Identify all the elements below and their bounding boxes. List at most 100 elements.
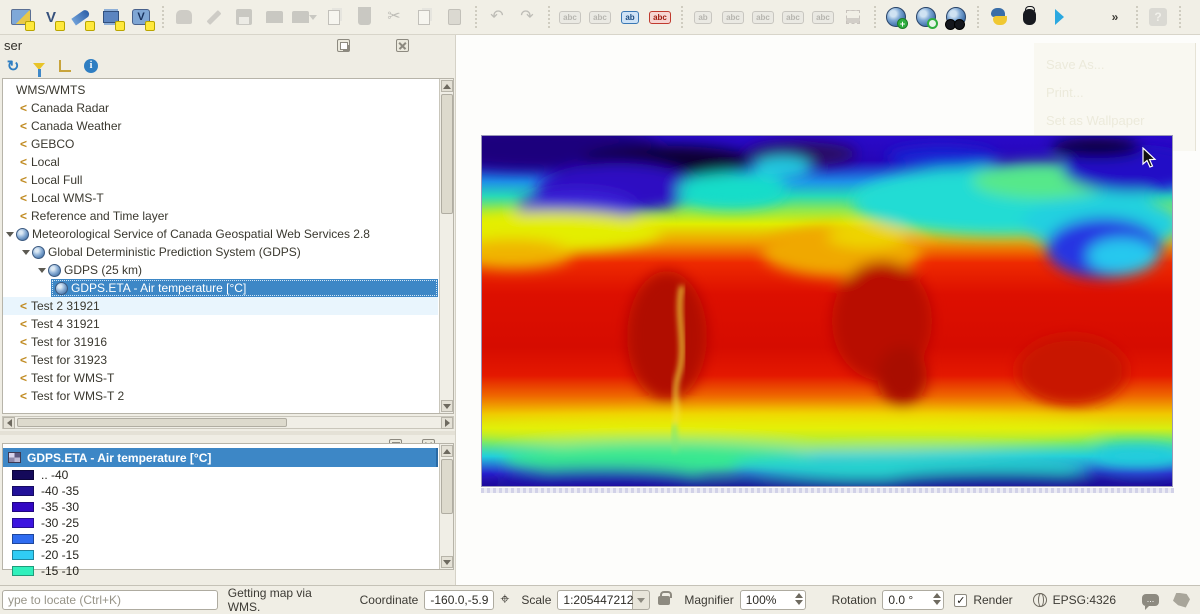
magnifier-spinbox[interactable]: 100%: [740, 590, 806, 610]
rotation-spinbox[interactable]: 0.0 °: [882, 590, 944, 610]
legend-item[interactable]: .. -40: [3, 467, 438, 483]
add-wms-layer-icon[interactable]: +: [883, 4, 909, 30]
messages-icon[interactable]: ...: [1142, 594, 1159, 606]
tree-item-test-for-wms-t-2[interactable]: <Test for WMS-T 2: [3, 387, 438, 405]
scrollbar-thumb[interactable]: [441, 94, 453, 214]
legend-item[interactable]: -35 -30: [3, 499, 438, 515]
redo-icon[interactable]: ↷: [514, 4, 540, 30]
spin-down-icon[interactable]: [933, 600, 941, 605]
report-bug-icon[interactable]: [1016, 4, 1042, 30]
label-settings-blue-icon[interactable]: ab: [617, 4, 643, 30]
tree-item-test-for-31923[interactable]: <Test for 31923: [3, 351, 438, 369]
processing-toolbox-icon[interactable]: [291, 4, 317, 30]
legend-item[interactable]: -40 -35: [3, 483, 438, 499]
legend-item[interactable]: -15 -10: [3, 563, 438, 579]
current-edits-icon[interactable]: [321, 4, 347, 30]
snapping-options-icon[interactable]: [261, 4, 287, 30]
crs-globe-icon[interactable]: [1033, 593, 1047, 607]
scale-combobox[interactable]: 1:205447212: [557, 590, 650, 610]
delete-selected-icon[interactable]: [351, 4, 377, 30]
scale-value[interactable]: 1:205447212: [557, 590, 633, 610]
scrollbar-thumb[interactable]: [441, 459, 453, 514]
scroll-down-button[interactable]: [441, 400, 453, 412]
browser-horizontal-scrollbar[interactable]: [2, 416, 454, 429]
label-settings-red-icon[interactable]: abc: [647, 4, 673, 30]
scroll-left-button[interactable]: [3, 417, 15, 429]
rotate-label-icon[interactable]: abc: [780, 4, 806, 30]
legend-item[interactable]: -20 -15: [3, 547, 438, 563]
pin-labels-icon[interactable]: ab: [690, 4, 716, 30]
diagram-options-icon[interactable]: [840, 4, 866, 30]
locator-input[interactable]: ype to locate (Ctrl+K): [2, 590, 218, 610]
layer-name: GDPS.ETA - Air temperature [°C]: [27, 451, 211, 465]
close-panel-button[interactable]: [396, 39, 409, 52]
new-geopackage-layer-icon[interactable]: [68, 4, 94, 30]
toggle-extents-icon[interactable]: ⌖: [500, 592, 509, 608]
tree-item-test-2-31921[interactable]: <Test 2 31921: [3, 297, 438, 315]
search-layers-globe-icon[interactable]: [913, 4, 939, 30]
properties-widget-button[interactable]: i: [82, 57, 100, 75]
layers-vertical-scrollbar[interactable]: [439, 444, 453, 569]
next-frame-icon[interactable]: [1046, 4, 1072, 30]
tree-item-msc-geomet[interactable]: Meteorological Service of Canada Geospat…: [3, 225, 438, 243]
data-source-manager-icon[interactable]: [8, 4, 34, 30]
magnifier-label: Magnifier: [684, 593, 733, 607]
save-edits-icon[interactable]: [231, 4, 257, 30]
paste-features-icon[interactable]: [441, 4, 467, 30]
tree-item-gdps-eta-air-temperature[interactable]: GDPS.ETA - Air temperature [°C]: [3, 279, 438, 297]
coordinate-input[interactable]: -160.0,-5.9: [424, 590, 494, 610]
auto-label-icon[interactable]: abc: [557, 4, 583, 30]
scroll-up-button[interactable]: [441, 445, 453, 457]
lock-scale-icon[interactable]: [658, 596, 670, 605]
undo-icon[interactable]: ↶: [484, 4, 510, 30]
tree-item-gebco[interactable]: <GEBCO: [3, 135, 438, 153]
spin-down-icon[interactable]: [795, 600, 803, 605]
scroll-up-button[interactable]: [441, 80, 453, 92]
new-shapefile-layer-icon[interactable]: V: [38, 4, 64, 30]
copy-features-icon[interactable]: [411, 4, 437, 30]
scale-dropdown-button[interactable]: [633, 590, 650, 610]
metasearch-icon[interactable]: [943, 4, 969, 30]
pan-map-icon[interactable]: [171, 4, 197, 30]
legend-item[interactable]: -30 -25: [3, 515, 438, 531]
scroll-down-button[interactable]: [441, 556, 453, 568]
new-spatialite-layer-icon[interactable]: [98, 4, 124, 30]
tree-item-local-full[interactable]: <Local Full: [3, 171, 438, 189]
tree-item-canada-radar[interactable]: <Canada Radar: [3, 99, 438, 117]
temperature-raster-map[interactable]: [481, 135, 1173, 487]
refresh-button[interactable]: ↻: [4, 57, 22, 75]
tree-item-test-for-wms-t[interactable]: <Test for WMS-T: [3, 369, 438, 387]
spin-up-icon[interactable]: [795, 593, 803, 598]
label-rules-icon[interactable]: abc: [587, 4, 613, 30]
tree-item-test-4-31921[interactable]: <Test 4 31921: [3, 315, 438, 333]
layer-item-gdps-eta[interactable]: GDPS.ETA - Air temperature [°C]: [3, 448, 438, 467]
python-console-icon[interactable]: [986, 4, 1012, 30]
tree-item-wms-root[interactable]: WMS/WMTS: [3, 81, 438, 99]
collapse-all-button[interactable]: [56, 57, 74, 75]
scroll-right-button[interactable]: [441, 417, 453, 429]
legend-item[interactable]: -25 -20: [3, 531, 438, 547]
map-canvas-area[interactable]: Save As... Print... Set as Wallpaper: [455, 35, 1200, 585]
toolbar-overflow-icon[interactable]: »: [1102, 4, 1128, 30]
highlight-pinned-labels-icon[interactable]: abc: [720, 4, 746, 30]
render-checkbox[interactable]: ✓: [954, 594, 967, 607]
tree-item-canada-weather[interactable]: <Canada Weather: [3, 117, 438, 135]
tree-item-gdps-group[interactable]: Global Deterministic Prediction System (…: [3, 243, 438, 261]
new-virtual-layer-icon[interactable]: V: [128, 4, 154, 30]
filter-browser-button[interactable]: [30, 57, 48, 75]
change-label-icon[interactable]: abc: [810, 4, 836, 30]
help-icon[interactable]: ?: [1145, 4, 1171, 30]
scrollbar-thumb[interactable]: [17, 418, 287, 427]
tree-item-local-wms-t[interactable]: <Local WMS-T: [3, 189, 438, 207]
spin-up-icon[interactable]: [933, 593, 941, 598]
move-label-icon[interactable]: abc: [750, 4, 776, 30]
float-panel-button[interactable]: [337, 39, 350, 52]
browser-vertical-scrollbar[interactable]: [439, 79, 453, 413]
tree-item-test-for-31916[interactable]: <Test for 31916: [3, 333, 438, 351]
cut-features-icon[interactable]: ✂: [381, 4, 407, 30]
tree-item-local[interactable]: <Local: [3, 153, 438, 171]
crs-status[interactable]: EPSG:4326: [1053, 593, 1116, 607]
tree-item-gdps-25km[interactable]: GDPS (25 km): [3, 261, 438, 279]
tree-item-reference-time-layer[interactable]: <Reference and Time layer: [3, 207, 438, 225]
edit-icon[interactable]: [201, 4, 227, 30]
